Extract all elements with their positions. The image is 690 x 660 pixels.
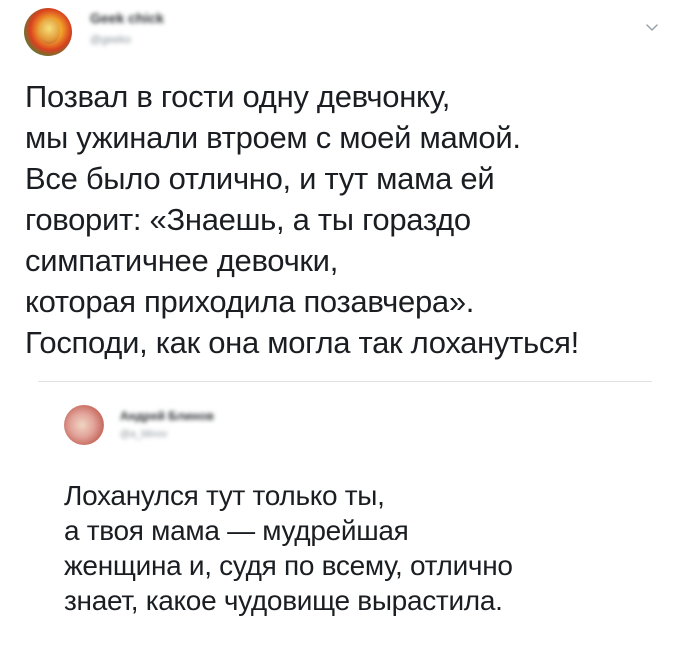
avatar-image (38, 18, 60, 44)
reply-tweet: Андрей Блинов @a_blinov Лоханулся тут то… (0, 395, 690, 660)
author-handle[interactable]: @geeko (90, 34, 131, 46)
reply-divider (38, 381, 652, 382)
chevron-down-icon[interactable] (642, 18, 662, 38)
author-name[interactable]: Geek chick (90, 10, 164, 26)
main-tweet: Geek chick @geeko Позвал в гости одну де… (0, 0, 690, 375)
author-avatar[interactable] (24, 8, 72, 56)
reply-text: Лоханулся тут только ты, а твоя мама — м… (64, 480, 513, 616)
reply-author-avatar[interactable] (64, 405, 104, 445)
reply-author-handle[interactable]: @a_blinov (120, 429, 167, 440)
reply-author-name[interactable]: Андрей Блинов (120, 409, 214, 423)
tweet-text: Позвал в гости одну девчонку, мы ужинали… (25, 79, 579, 360)
